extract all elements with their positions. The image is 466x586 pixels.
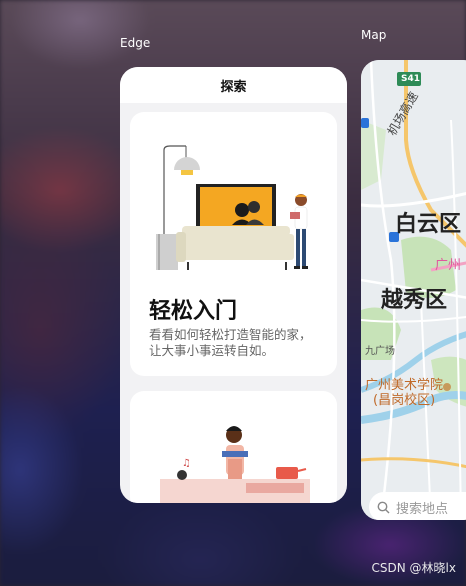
district-label-baiyun: 白云区: [395, 212, 462, 237]
map-label-guangzhou: 广州: [435, 258, 462, 273]
road-sign-label: S41: [401, 74, 421, 84]
search-icon: [377, 501, 390, 513]
living-room-illustration: [156, 145, 308, 270]
map-search-bar[interactable]: 搜索地点: [369, 492, 466, 520]
app-card-map[interactable]: S41 机场高速 白云区 广州 越秀区 九广场 广州美术学院 (昌岗校区) 搜索…: [361, 60, 466, 520]
district-label-yuexiu: 越秀区: [381, 288, 448, 313]
app-label-map: Map: [361, 28, 387, 42]
promo-title: 轻松入门: [149, 299, 238, 324]
map-label-square: 九广场: [365, 346, 395, 357]
promo-card-get-started[interactable]: 轻松入门 看看如何轻松打造智能的家，让大事小事运转自如。: [130, 112, 337, 376]
kitchen-illustration: ♫: [160, 426, 310, 503]
promo-description: 看看如何轻松打造智能的家，让大事小事运转自如。: [149, 327, 312, 358]
watermark: CSDN @林晓lx: [371, 561, 456, 575]
svg-text:♫: ♫: [182, 458, 191, 469]
promo-card-cooking[interactable]: ♫: [130, 391, 337, 503]
app-label-edge: Edge: [120, 36, 151, 50]
map-label-campus: (昌岗校区): [373, 393, 436, 408]
app-card-edge[interactable]: 探索 轻松入门 看看如何轻松打造智能的家，让大事小事运转自如。 ♫: [120, 67, 347, 503]
page-title: 探索: [120, 67, 347, 103]
search-placeholder: 搜索地点: [396, 501, 449, 517]
